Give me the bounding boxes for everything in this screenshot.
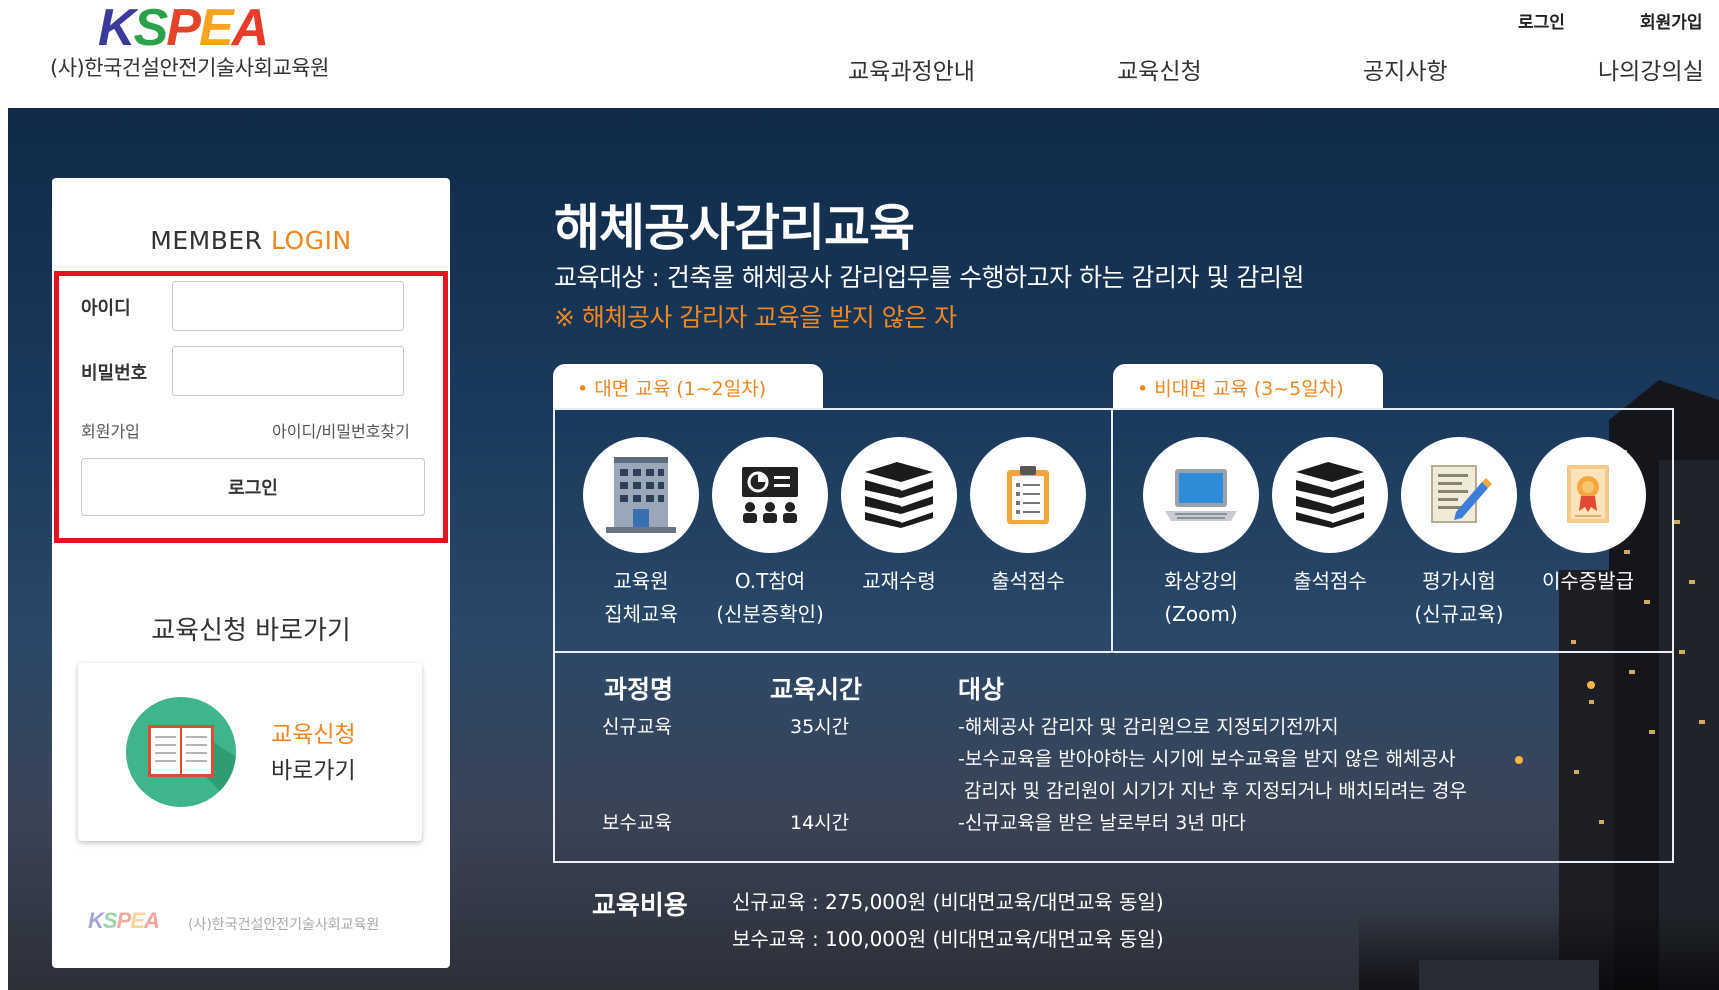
nav-notice[interactable]: 공지사항 [1363, 52, 1448, 86]
step-attendance: 출석점수 [968, 437, 1088, 598]
clipboard-icon [970, 437, 1086, 553]
step-label-7a: 평가시험 [1422, 569, 1496, 593]
laptop-icon [1143, 437, 1259, 553]
login-button[interactable]: 로그인 [81, 458, 425, 516]
member-login-title: MEMBER LOGIN [150, 226, 352, 255]
nav-my-classroom[interactable]: 나의강의실 [1598, 52, 1704, 86]
quick-apply-title: 교육신청 바로가기 [151, 616, 351, 646]
quick-apply-label-2: 바로가기 [271, 758, 356, 784]
table-cell-target: 감리자 및 감리원이 시기가 지난 후 지정되거나 배치되려는 경우 [958, 780, 1467, 802]
id-label: 아이디 [81, 298, 131, 319]
footer-org-name: (사)한국건설안전기술사회교육원 [188, 917, 380, 933]
table-cell-target: -해체공사 감리자 및 감리원으로 지정되기전까지 [958, 716, 1339, 738]
table-cell-hours: 35시간 [790, 716, 850, 738]
tab-online-training: • 비대면 교육 (3~5일차) [1113, 364, 1383, 408]
login-panel: MEMBER LOGIN 아이디 비밀번호 회원가입 아이디/비밀번호찾기 로그… [52, 178, 450, 968]
step-exam: 평가시험 (신규교육) [1399, 437, 1519, 631]
step-label-8a: 이수증발급 [1542, 569, 1634, 593]
course-target: 교육대상 : 건축물 해체공사 감리업무를 수행하고자 하는 감리자 및 감리원 [554, 263, 1304, 292]
table-header-hours: 교육시간 [770, 675, 863, 704]
building-icon [583, 437, 699, 553]
org-name: (사)한국건설안전기술사회교육원 [50, 56, 329, 80]
books-icon [841, 437, 957, 553]
step-label-7b: (신규교육) [1414, 602, 1504, 626]
step-label-2b: (신분증확인) [716, 602, 824, 626]
find-account-link[interactable]: 아이디/비밀번호찾기 [272, 418, 410, 442]
step-label-3a: 교재수령 [862, 569, 936, 593]
step-certificate: 이수증발급 [1528, 437, 1648, 598]
step-label-4a: 출석점수 [991, 569, 1065, 593]
id-input[interactable] [172, 281, 404, 331]
course-title: 해체공사감리교육 [554, 199, 915, 257]
fee-label: 교육비용 [592, 891, 688, 921]
presentation-icon [712, 437, 828, 553]
step-label-1b: 집체교육 [604, 602, 678, 626]
tab-inperson-training: • 대면 교육 (1~2일차) [553, 364, 823, 408]
books-icon [1272, 437, 1388, 553]
step-label-2a: O.T참여 [734, 569, 806, 593]
exam-icon [1401, 437, 1517, 553]
step-label-5a: 화상강의 [1164, 569, 1238, 593]
certificate-icon [1530, 437, 1646, 553]
footer-logo: KSPEA [88, 908, 160, 933]
table-cell-course: 신규교육 [602, 716, 672, 738]
table-cell-target: -보수교육을 받아야하는 시기에 보수교육을 받지 않은 해체공사 [958, 748, 1456, 770]
header-login-link[interactable]: 로그인 [1518, 8, 1565, 33]
step-textbook: 교재수령 [839, 437, 959, 598]
fee-line-refresher: 보수교육 : 100,000원 (비대면교육/대면교육 동일) [732, 927, 1164, 951]
password-input[interactable] [172, 346, 404, 396]
step-zoom-lecture: 화상강의 (Zoom) [1141, 437, 1261, 631]
table-cell-hours: 14시간 [790, 812, 850, 834]
quick-apply-card[interactable]: 교육신청 바로가기 [78, 663, 422, 841]
table-header-course: 과정명 [604, 675, 674, 704]
hero-section: MEMBER LOGIN 아이디 비밀번호 회원가입 아이디/비밀번호찾기 로그… [8, 108, 1719, 990]
table-header-target: 대상 [958, 675, 1005, 704]
table-cell-course: 보수교육 [602, 812, 672, 834]
login-form-highlight: 아이디 비밀번호 회원가입 아이디/비밀번호찾기 로그인 [54, 271, 448, 543]
step-label-1a: 교육원 [613, 569, 669, 593]
course-note: ※ 해체공사 감리자 교육을 받지 않은 자 [554, 303, 957, 332]
nav-course-info[interactable]: 교육과정안내 [848, 52, 975, 86]
site-logo[interactable]: KSPEA [98, 2, 269, 54]
open-book-icon [126, 697, 236, 807]
step-label-6a: 출석점수 [1293, 569, 1367, 593]
step-online-attendance: 출석점수 [1270, 437, 1390, 598]
fee-line-new: 신규교육 : 275,000원 (비대면교육/대면교육 동일) [732, 890, 1164, 914]
nav-apply[interactable]: 교육신청 [1117, 52, 1202, 86]
site-header: KSPEA (사)한국건설안전기술사회교육원 로그인 회원가입 교육과정안내 교… [0, 0, 1719, 108]
quick-apply-label-1: 교육신청 [271, 722, 356, 748]
signup-link[interactable]: 회원가입 [81, 418, 140, 442]
password-label: 비밀번호 [81, 363, 148, 384]
header-signup-link[interactable]: 회원가입 [1640, 8, 1703, 33]
step-label-5b: (Zoom) [1164, 602, 1238, 626]
table-cell-target: -신규교육을 받은 날로부터 3년 마다 [958, 812, 1246, 834]
step-group-training: 교육원집체교육 [581, 437, 701, 631]
step-orientation: O.T참여 (신분증확인) [710, 437, 830, 631]
